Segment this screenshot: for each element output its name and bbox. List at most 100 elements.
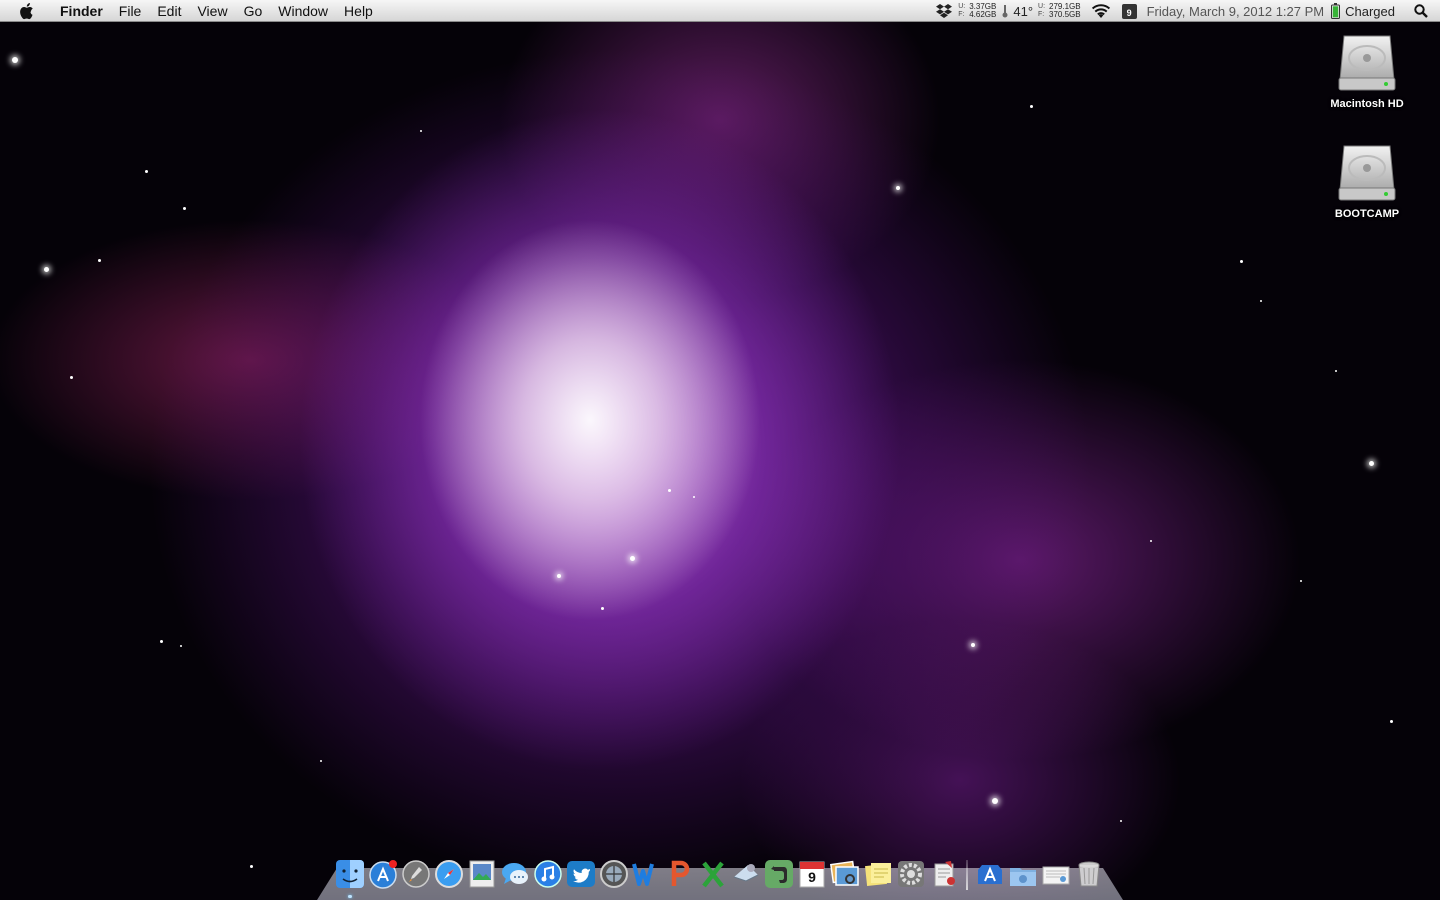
wallpaper-star	[44, 267, 49, 272]
dock-documents-stack[interactable]	[1040, 858, 1072, 890]
wallpaper-star	[630, 556, 635, 561]
wallpaper-star	[180, 645, 182, 647]
downloads-folder-icon	[1010, 868, 1036, 886]
dock-system-preferences[interactable]	[895, 858, 927, 890]
dock-mail[interactable]	[730, 858, 762, 890]
safari-icon	[435, 860, 463, 888]
temperature-reading[interactable]: 41°	[1013, 4, 1033, 19]
excel-icon	[702, 861, 724, 888]
wallpaper-star	[601, 607, 604, 610]
finder-icon	[336, 860, 364, 888]
disk-free-label: F:	[1038, 11, 1045, 18]
wallpaper-star	[693, 496, 695, 498]
wallpaper-star	[250, 865, 253, 868]
calendar-menu-icon[interactable]: 9	[1121, 3, 1137, 19]
apple-icon[interactable]	[18, 2, 38, 20]
dock-powerpoint[interactable]	[664, 858, 696, 890]
memory-monitor[interactable]: U: F: 3.37GB 4.62GB	[958, 3, 1000, 19]
wallpaper-star	[145, 170, 148, 173]
memory-values: 3.37GB 4.62GB	[969, 3, 996, 19]
twitter-icon	[567, 861, 595, 887]
wallpaper-star	[98, 259, 101, 262]
desktop-icon-label: BOOTCAMP	[1334, 208, 1400, 220]
wallpaper-star	[160, 640, 163, 643]
menu-bar: Finder File Edit View Go Window Help U: …	[0, 0, 1440, 22]
dock-stickies[interactable]	[862, 858, 894, 890]
desktop-icon-bootcamp[interactable]: BOOTCAMP	[1317, 140, 1417, 220]
battery-icon[interactable]	[1331, 3, 1341, 19]
menu-bar-status: U: F: 3.37GB 4.62GB 41° U: F: 279.1GB 37…	[930, 0, 1440, 22]
calendar-menu-day: 9	[1126, 7, 1132, 18]
documents-stack-icon	[1042, 866, 1070, 885]
menu-file[interactable]: File	[111, 0, 150, 22]
dock-word[interactable]	[631, 858, 663, 890]
dock-system-information[interactable]	[598, 858, 630, 890]
wallpaper-star	[12, 57, 18, 63]
trash-icon	[1078, 861, 1100, 887]
menu-go[interactable]: Go	[236, 0, 271, 22]
wallpaper-star	[1300, 580, 1302, 582]
dock-messages[interactable]	[499, 858, 531, 890]
wallpaper-star	[420, 130, 422, 132]
system-information-icon	[600, 860, 628, 888]
wallpaper-star	[1369, 461, 1374, 466]
battery-status[interactable]: Charged	[1345, 4, 1395, 19]
wifi-icon[interactable]	[1091, 3, 1111, 19]
menu-window[interactable]: Window	[270, 0, 336, 22]
dock-evernote[interactable]	[763, 858, 795, 890]
dock-applications-stack[interactable]	[974, 858, 1006, 890]
dock-safari[interactable]	[433, 858, 465, 890]
wallpaper-star	[971, 643, 975, 647]
launchpad-icon	[402, 860, 430, 888]
dock-excel[interactable]	[697, 858, 729, 890]
dock-ical[interactable]: 9	[796, 858, 828, 890]
wallpaper-star	[1260, 300, 1262, 302]
wallpaper-star	[557, 574, 561, 578]
menu-edit[interactable]: Edit	[149, 0, 189, 22]
wallpaper-star	[992, 798, 998, 804]
menu-view[interactable]: View	[189, 0, 235, 22]
dock-twitter[interactable]	[565, 858, 597, 890]
dock-separator	[966, 860, 968, 890]
wallpaper-star	[1335, 370, 1337, 372]
wallpaper-star	[1240, 260, 1243, 263]
itunes-icon	[534, 860, 562, 888]
wallpaper-star	[1120, 820, 1122, 822]
disk-values: 279.1GB 370.5GB	[1049, 3, 1081, 19]
dock-itunes[interactable]	[532, 858, 564, 890]
wallpaper-star	[1030, 105, 1033, 108]
dock-app-store[interactable]	[367, 858, 399, 890]
dock-calendar-day: 9	[808, 869, 816, 885]
disk-free-value: 370.5GB	[1049, 10, 1081, 19]
memory-free-value: 4.62GB	[969, 10, 997, 19]
dock-trash[interactable]	[1073, 858, 1105, 890]
script-editor-icon	[934, 861, 955, 887]
mail-icon	[733, 864, 759, 882]
desktop-icon-macintosh-hd[interactable]: Macintosh HD	[1317, 30, 1417, 110]
messages-icon	[502, 863, 528, 884]
memory-free-label: F:	[958, 11, 965, 18]
dock-launchpad[interactable]	[400, 858, 432, 890]
dock-finder[interactable]	[334, 858, 366, 898]
spotlight-icon[interactable]	[1414, 4, 1428, 18]
dock-script-editor[interactable]	[928, 858, 960, 890]
dock-preview[interactable]	[466, 858, 498, 890]
running-indicator	[348, 895, 352, 898]
disk-used-label: U:	[1038, 3, 1046, 10]
menu-clock[interactable]: Friday, March 9, 2012 1:27 PM	[1147, 4, 1325, 19]
dropbox-icon[interactable]	[936, 4, 953, 18]
dock-downloads-folder[interactable]	[1007, 858, 1039, 890]
evernote-icon	[765, 860, 793, 888]
dock-iphoto[interactable]	[829, 858, 861, 890]
disk-monitor[interactable]: U: F: 279.1GB 370.5GB	[1038, 3, 1085, 19]
wallpaper-star	[70, 376, 73, 379]
wallpaper-star	[1150, 540, 1152, 542]
disk-labels: U: F:	[1038, 3, 1045, 19]
hard-drive-icon	[1317, 30, 1417, 94]
menu-bar-left: Finder File Edit View Go Window Help	[0, 0, 381, 22]
menu-app-name[interactable]: Finder	[52, 0, 111, 22]
menu-help[interactable]: Help	[336, 0, 381, 22]
powerpoint-icon	[671, 860, 690, 886]
dock: 9	[334, 856, 1106, 898]
stickies-icon	[865, 863, 891, 886]
